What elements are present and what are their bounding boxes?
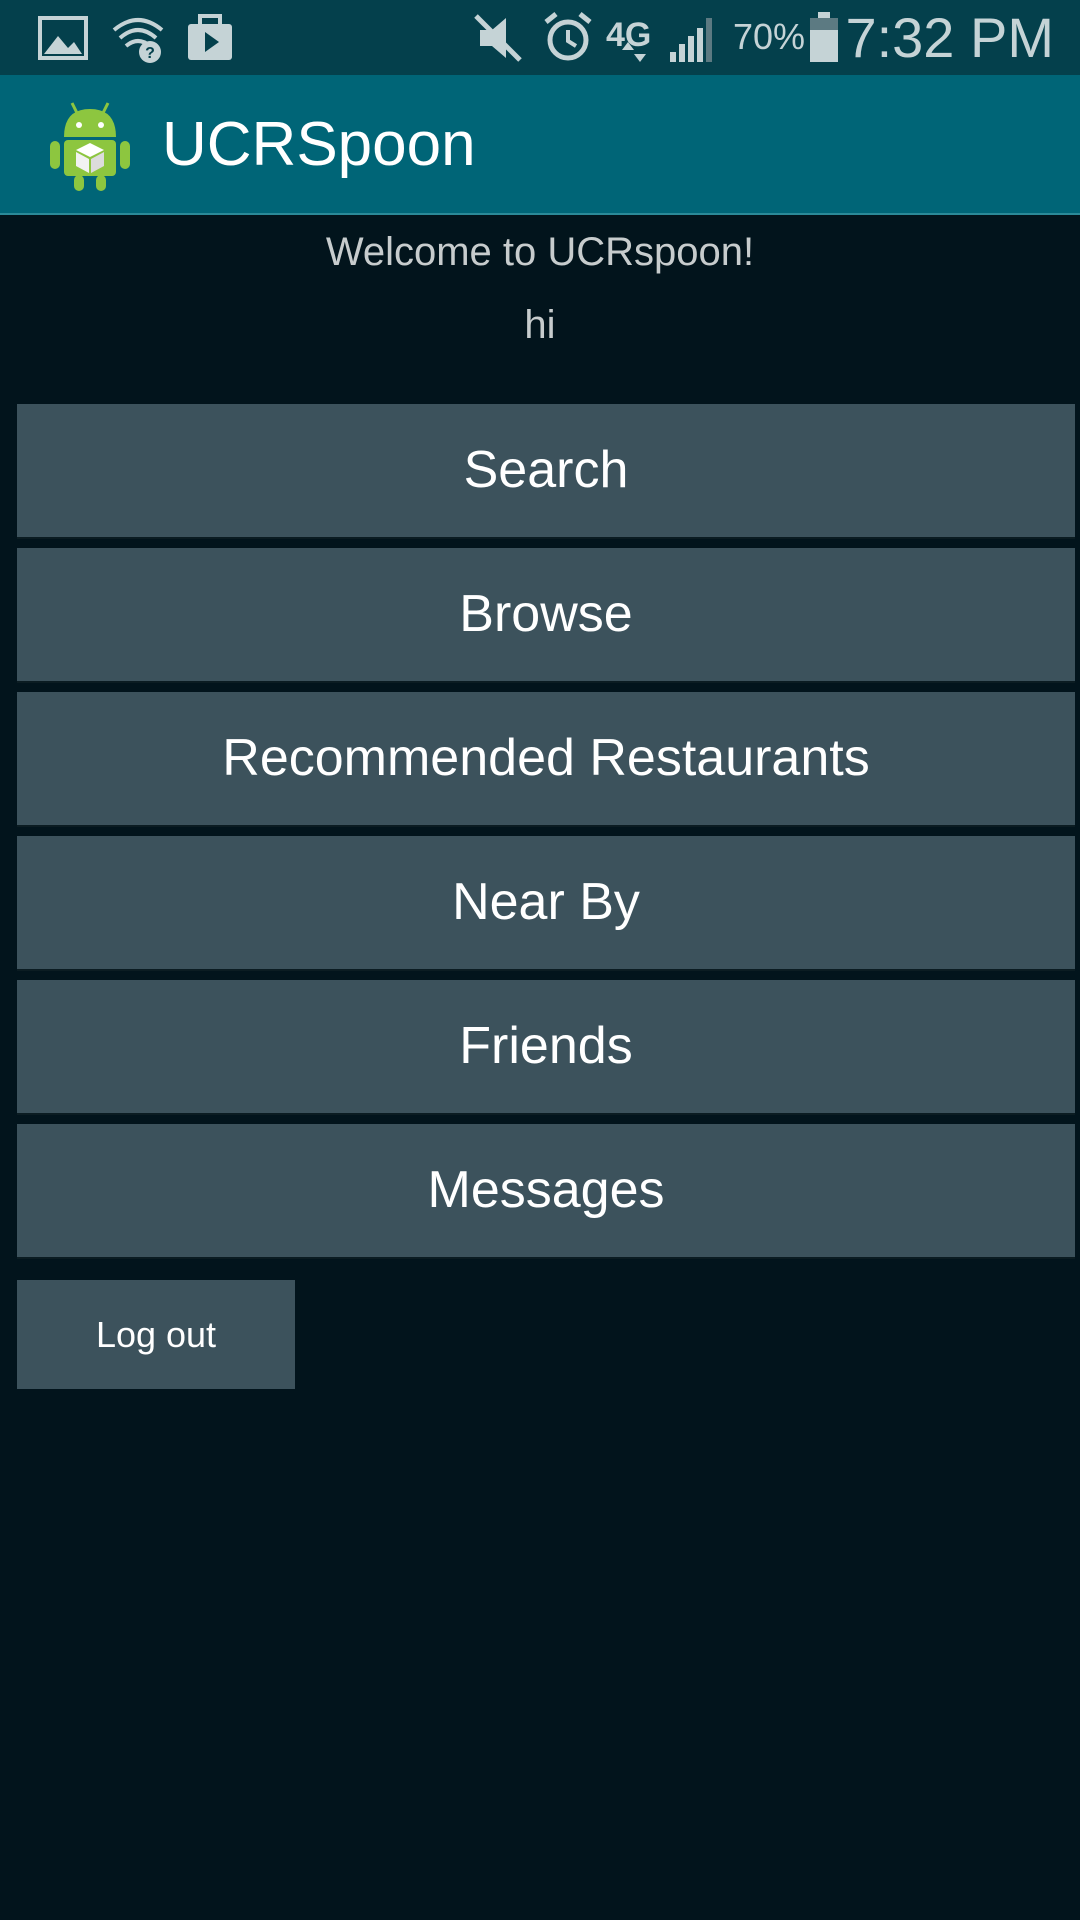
- gallery-icon: [38, 16, 88, 60]
- friends-button[interactable]: Friends: [17, 980, 1075, 1113]
- battery-percent: 70%: [733, 16, 806, 57]
- recommended-restaurants-button[interactable]: Recommended Restaurants: [17, 692, 1075, 825]
- action-bar: UCRSpoon: [0, 75, 1080, 215]
- greeting-text: hi: [524, 303, 556, 347]
- status-bar: ? 4G 70% 7:32 PM: [0, 0, 1080, 75]
- 4g-lte-icon: [622, 42, 646, 62]
- welcome-text: Welcome to UCRspoon!: [325, 230, 755, 274]
- svg-text:?: ?: [145, 45, 155, 62]
- clock: 7:32 PM: [845, 6, 1054, 69]
- browse-button[interactable]: Browse: [17, 548, 1075, 681]
- battery-icon: [810, 12, 838, 62]
- log-out-button[interactable]: Log out: [17, 1280, 295, 1389]
- briefcase-icon: [188, 14, 232, 60]
- alarm-icon: [544, 12, 592, 61]
- main-menu: Search Browse Recommended Restaurants Ne…: [17, 404, 1075, 1268]
- wifi-question-icon: ?: [112, 18, 164, 63]
- app-title: UCRSpoon: [162, 110, 476, 179]
- signal-icon: [670, 18, 712, 62]
- near-by-button[interactable]: Near By: [17, 836, 1075, 969]
- search-button[interactable]: Search: [17, 404, 1075, 537]
- android-app-icon[interactable]: [46, 97, 134, 193]
- mute-icon: [474, 14, 522, 62]
- messages-button[interactable]: Messages: [17, 1124, 1075, 1257]
